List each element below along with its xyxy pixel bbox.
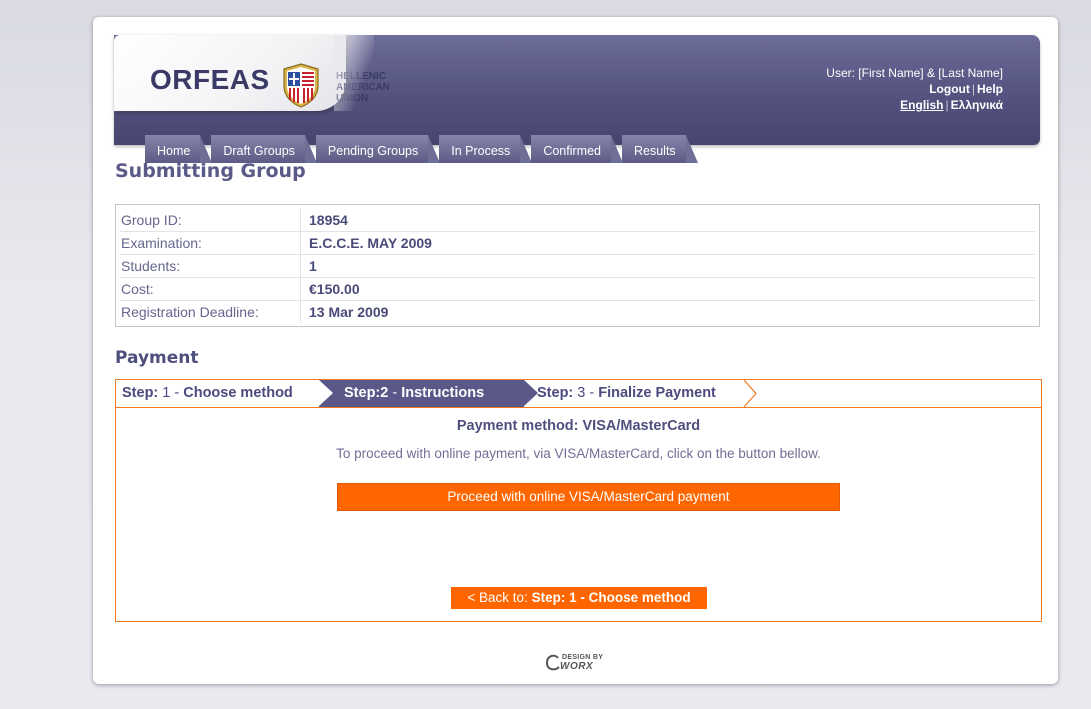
row-label: Cost: [121, 281, 154, 297]
payment-panel: Step: 1 - Choose method Step:2 - Instruc… [115, 379, 1042, 622]
page-title: Submitting Group [115, 160, 306, 182]
row-label: Group ID: [121, 212, 182, 228]
language-english-link[interactable]: English [900, 98, 943, 112]
tab-results[interactable]: Results [621, 135, 698, 163]
tab-pending-groups[interactable]: Pending Groups [315, 135, 441, 163]
step-2-instructions: Step:2 - Instructions [319, 380, 538, 407]
logout-link[interactable]: Logout [929, 82, 970, 96]
students-value: 1 [309, 258, 317, 274]
page-container: ORFEAS HELLENIC AMERICAN UNION User: [Fi… [93, 17, 1058, 684]
payment-instructions-text: To proceed with online payment, via VISA… [336, 446, 821, 461]
step-chevron-icon [743, 380, 757, 407]
tab-draft-groups[interactable]: Draft Groups [211, 135, 317, 163]
cost-value: €150.00 [309, 281, 360, 297]
user-name: User: [First Name] & [Last Name] [826, 66, 1003, 80]
tab-in-process[interactable]: In Process [439, 135, 533, 163]
step-1-choose-method[interactable]: Step: 1 - Choose method [122, 380, 293, 407]
row-label: Registration Deadline: [121, 304, 259, 320]
row-label: Examination: [121, 235, 202, 251]
main-nav-tabs: Home Draft Groups Pending Groups In Proc… [145, 135, 698, 163]
payment-method-title: Payment method: VISA/MasterCard [456, 418, 701, 434]
row-label: Students: [121, 258, 181, 274]
footer-designer-logo[interactable]: DESIGN BY WORX [544, 652, 608, 674]
step-3-finalize-payment: Step: 3 - Finalize Payment [537, 385, 716, 401]
help-link[interactable]: Help [977, 82, 1003, 96]
user-panel: User: [First Name] & [Last Name] Logout |… [826, 66, 1003, 112]
brand-logo[interactable]: ORFEAS [150, 64, 270, 96]
header: ORFEAS HELLENIC AMERICAN UNION User: [Fi… [114, 35, 1040, 163]
examination-value: E.C.C.E. MAY 2009 [309, 235, 432, 251]
payment-steps: Step: 1 - Choose method Step:2 - Instruc… [116, 380, 1041, 408]
design-by-text: DESIGN BY [562, 654, 604, 661]
back-to-step-1-button[interactable]: < Back to: Step: 1 - Choose method [451, 587, 707, 609]
proceed-online-payment-button[interactable]: Proceed with online VISA/MasterCard paym… [337, 483, 840, 511]
shield-emblem-icon [283, 63, 319, 108]
tab-confirmed[interactable]: Confirmed [531, 135, 623, 163]
payment-title: Payment [115, 348, 199, 368]
worx-text: WORX [560, 661, 594, 672]
tab-home[interactable]: Home [145, 135, 213, 163]
group-info-table: Group ID: 18954 Examination: E.C.C.E. MA… [115, 204, 1040, 327]
table-row: Registration Deadline: 13 Mar 2009 [120, 301, 1035, 323]
table-row: Group ID: 18954 [120, 209, 1035, 232]
table-row: Students: 1 [120, 255, 1035, 278]
union-name: HELLENIC AMERICAN UNION [336, 71, 390, 104]
logo-panel: ORFEAS HELLENIC AMERICAN UNION [114, 35, 390, 111]
table-row: Examination: E.C.C.E. MAY 2009 [120, 232, 1035, 255]
language-greek-link[interactable]: Ελληνικά [951, 98, 1003, 112]
table-row: Cost: €150.00 [120, 278, 1035, 301]
deadline-value: 13 Mar 2009 [309, 304, 389, 320]
group-id-value: 18954 [309, 212, 348, 228]
